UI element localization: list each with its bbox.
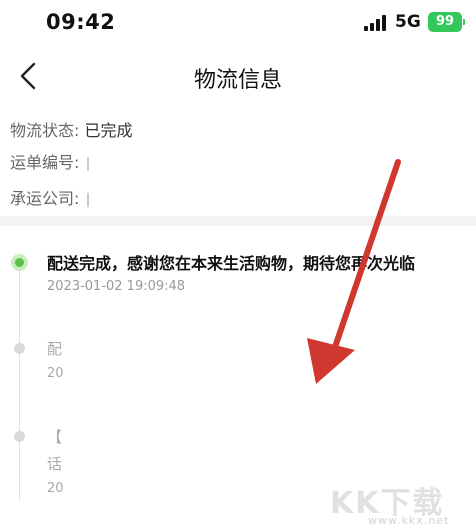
watermark-url: www.kkx.net [368, 514, 450, 527]
status-bar: 09:42 5G 99 [0, 0, 476, 46]
timeline-event-title: 配 [47, 340, 63, 358]
timeline-event-time: 20 [47, 481, 64, 496]
timeline-line [19, 262, 20, 502]
carrier-value-hidden [86, 192, 89, 207]
waybill-number-label: 运单编号: [10, 153, 80, 172]
timeline-dot [14, 343, 25, 354]
status-time: 09:42 [46, 10, 116, 34]
logistics-status-row: 物流状态: 已完成 [10, 117, 133, 141]
timeline-event-title: 配送完成，感谢您在本来生活购物，期待您再次光临 [47, 254, 416, 273]
carrier-label: 承运公司: [10, 189, 80, 208]
waybill-number-value-hidden [86, 156, 89, 171]
timeline-event-time: 2023-01-02 19:09:48 [47, 279, 186, 294]
logistics-status-label: 物流状态: [10, 121, 80, 140]
timeline-dot-active [11, 254, 28, 271]
page-title: 物流信息 [193, 68, 282, 93]
waybill-number-row: 运单编号: [10, 149, 89, 173]
section-divider [0, 216, 476, 226]
carrier-row: 承运公司: [10, 185, 89, 209]
timeline-event-title: 【 [47, 428, 63, 446]
timeline-dot [14, 431, 25, 442]
battery-icon: 99 [428, 12, 465, 32]
logistics-status-value: 已完成 [84, 121, 133, 140]
nav-bar: 物流信息 [0, 46, 476, 106]
network-label: 5G [395, 12, 421, 32]
timeline-event-title: 话 [47, 455, 63, 473]
battery-level: 99 [435, 14, 455, 29]
signal-icon [364, 15, 386, 31]
timeline-event-time: 20 [47, 366, 64, 381]
